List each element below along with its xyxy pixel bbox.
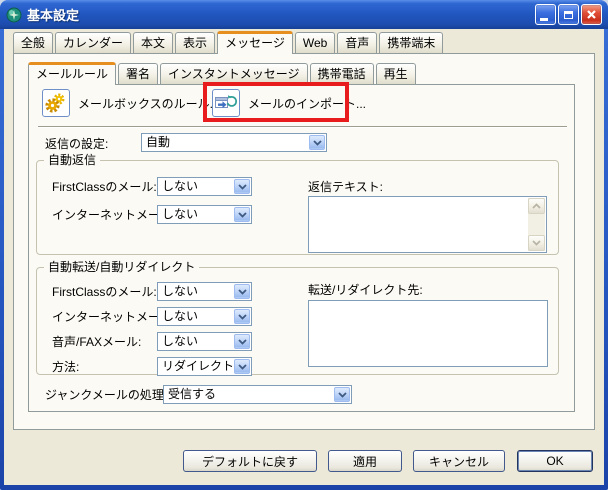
junk-mail-dropdown-button[interactable] xyxy=(334,387,350,402)
preferences-window: 基本設定 全般 カレンダー 本文 表示 メッセージ Web 音声 携帯端末 xyxy=(0,0,608,490)
tab-instant-message[interactable]: インスタントメッセージ xyxy=(160,63,308,84)
tab-message[interactable]: メッセージ xyxy=(217,31,293,54)
method-dropdown-button[interactable] xyxy=(234,359,250,374)
reply-setting-value: 自動 xyxy=(146,135,170,150)
mailbox-rules-iconbox xyxy=(42,89,70,117)
forward-firstclass-value: しない xyxy=(162,284,198,299)
chevron-down-icon xyxy=(238,339,247,345)
forward-firstclass-label: FirstClassのメール: xyxy=(52,285,157,299)
scroll-up-button[interactable] xyxy=(528,198,545,214)
tab-mobile-device[interactable]: 携帯端末 xyxy=(379,32,443,53)
auto-reply-group-title: 自動返信 xyxy=(44,153,100,167)
junk-mail-combobox[interactable]: 受信する xyxy=(163,385,352,404)
reply-setting-label: 返信の設定: xyxy=(45,137,108,151)
restore-defaults-button[interactable]: デフォルトに戻す xyxy=(183,450,317,472)
tab-display[interactable]: 表示 xyxy=(175,32,215,53)
firstclass-mail-label: FirstClassのメール: xyxy=(52,180,157,194)
auto-forward-group-title: 自動転送/自動リダイレクト xyxy=(44,260,199,274)
auto-reply-firstclass-dropdown-button[interactable] xyxy=(234,179,250,194)
junk-mail-value: 受信する xyxy=(168,387,216,402)
auto-reply-firstclass-combobox[interactable]: しない xyxy=(157,177,252,196)
forward-internet-dropdown-button[interactable] xyxy=(234,309,250,324)
minimize-button[interactable] xyxy=(535,4,556,25)
auto-reply-internet-combobox[interactable]: しない xyxy=(157,205,252,224)
junk-mail-label: ジャンクメールの処理: xyxy=(45,388,167,402)
tab-body[interactable]: 本文 xyxy=(133,32,173,53)
primary-tabstrip: 全般 カレンダー 本文 表示 メッセージ Web 音声 携帯端末 xyxy=(13,31,445,53)
tab-calendar[interactable]: カレンダー xyxy=(55,32,131,53)
maximize-icon xyxy=(564,11,573,19)
close-button[interactable] xyxy=(581,4,602,25)
forward-to-label: 転送/リダイレクト先: xyxy=(308,283,423,297)
voice-fax-mail-label: 音声/FAXメール: xyxy=(52,335,141,349)
chevron-down-icon xyxy=(238,364,247,370)
forward-firstclass-combobox[interactable]: しない xyxy=(157,282,252,301)
reply-text-textarea[interactable] xyxy=(308,196,547,253)
voice-fax-value: しない xyxy=(162,334,198,349)
tab-web[interactable]: Web xyxy=(295,32,335,53)
mailbox-rules-button[interactable]: メールボックスのルール... xyxy=(42,89,220,117)
auto-reply-firstclass-value: しない xyxy=(162,179,198,194)
forward-firstclass-dropdown-button[interactable] xyxy=(234,284,250,299)
window-title: 基本設定 xyxy=(27,5,79,24)
toolbar-divider xyxy=(38,126,567,128)
tab-playback[interactable]: 再生 xyxy=(376,63,416,84)
chevron-up-icon xyxy=(532,203,541,209)
forward-internet-combobox[interactable]: しない xyxy=(157,307,252,326)
minimize-icon xyxy=(540,18,548,21)
voice-fax-combobox[interactable]: しない xyxy=(157,332,252,351)
chevron-down-icon xyxy=(338,392,347,398)
method-combobox[interactable]: リダイレクト xyxy=(157,357,252,376)
close-icon xyxy=(586,9,597,20)
window-controls xyxy=(535,4,602,25)
chevron-down-icon xyxy=(313,140,322,146)
tab-signature[interactable]: 署名 xyxy=(118,63,158,84)
chevron-down-icon xyxy=(238,212,247,218)
mail-import-button[interactable]: メールのインポート... xyxy=(212,89,366,117)
apply-button[interactable]: 適用 xyxy=(328,450,402,472)
cancel-button[interactable]: キャンセル xyxy=(413,450,505,472)
titlebar[interactable]: 基本設定 xyxy=(0,0,608,29)
auto-reply-internet-dropdown-button[interactable] xyxy=(234,207,250,222)
forward-internet-value: しない xyxy=(162,309,198,324)
chevron-down-icon xyxy=(238,184,247,190)
mailbox-rules-label: メールボックスのルール... xyxy=(78,95,220,112)
tab-mobile-phone[interactable]: 携帯電話 xyxy=(310,63,374,84)
chevron-down-icon xyxy=(532,240,541,246)
forward-to-content xyxy=(311,303,545,364)
scroll-down-button[interactable] xyxy=(528,235,545,251)
chevron-down-icon xyxy=(238,289,247,295)
reply-text-content xyxy=(311,199,526,250)
tab-voice[interactable]: 音声 xyxy=(337,32,377,53)
tab-general[interactable]: 全般 xyxy=(13,32,53,53)
gears-icon xyxy=(44,91,68,115)
chevron-down-icon xyxy=(238,314,247,320)
ok-button[interactable]: OK xyxy=(517,450,593,472)
reply-setting-combobox[interactable]: 自動 xyxy=(141,133,327,152)
voice-fax-dropdown-button[interactable] xyxy=(234,334,250,349)
reply-text-label: 返信テキスト: xyxy=(308,180,383,194)
mail-import-label: メールのインポート... xyxy=(248,95,366,112)
method-value: リダイレクト xyxy=(162,359,234,374)
forward-to-textarea[interactable] xyxy=(308,300,548,367)
auto-reply-internet-value: しない xyxy=(162,207,198,222)
method-label: 方法: xyxy=(52,360,79,374)
reply-setting-dropdown-button[interactable] xyxy=(309,135,325,150)
app-icon xyxy=(6,7,22,23)
dialog-client-area: 全般 カレンダー 本文 表示 メッセージ Web 音声 携帯端末 メールルール … xyxy=(4,29,604,485)
reply-text-scrollbar[interactable] xyxy=(528,198,545,251)
tab-mail-rules[interactable]: メールルール xyxy=(28,62,116,85)
maximize-button[interactable] xyxy=(558,4,579,25)
mail-import-iconbox xyxy=(212,89,240,117)
secondary-tabstrip: メールルール 署名 インスタントメッセージ 携帯電話 再生 xyxy=(28,62,418,84)
import-icon xyxy=(214,92,238,114)
